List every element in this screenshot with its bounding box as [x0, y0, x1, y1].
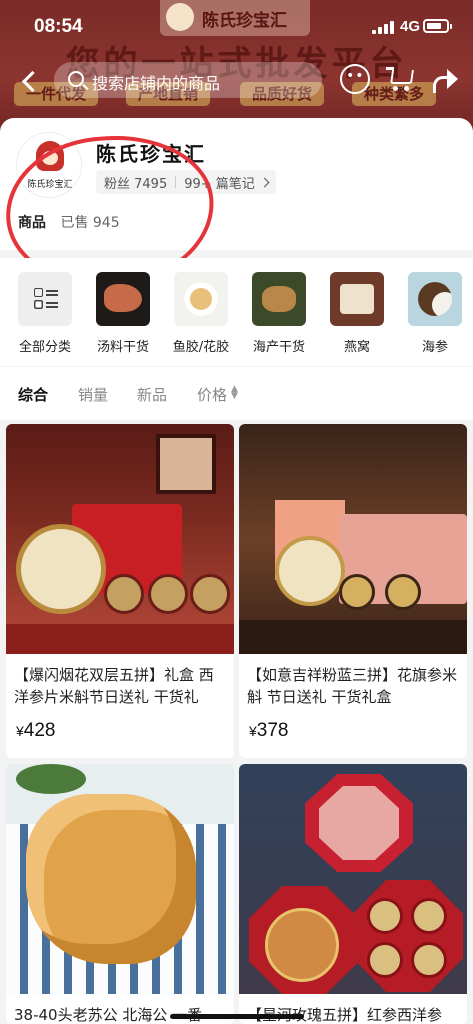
category-row: 全部分类 汤料干货 鱼胶/花胶 海产干货 燕窝 海参: [0, 258, 473, 366]
category-item-all[interactable]: 全部分类: [5, 272, 85, 355]
category-item-soup[interactable]: 汤料干货: [83, 272, 163, 355]
category-label: 海参: [421, 340, 448, 355]
category-label: 海产干货: [252, 340, 305, 355]
search-input[interactable]: 搜索店铺内的商品: [54, 62, 322, 98]
battery-icon: [423, 19, 452, 33]
category-thumb: [408, 272, 462, 326]
share-icon[interactable]: [430, 64, 460, 94]
search-icon: [68, 71, 84, 87]
signal-icon: [372, 20, 396, 34]
category-item-sea-cucumber[interactable]: 海参: [395, 272, 473, 355]
nav-bar: 搜索店铺内的商品: [0, 60, 473, 100]
chevron-right-icon: [259, 177, 270, 187]
sort-arrows-icon: ▲ ▼: [231, 384, 238, 401]
product-price: ¥428: [16, 720, 56, 741]
cart-icon[interactable]: [385, 64, 415, 94]
tab-new[interactable]: 新品: [137, 384, 167, 405]
status-time: 08:54: [34, 16, 83, 37]
category-label: 汤料干货: [96, 340, 149, 355]
category-label: 鱼胶/花胶: [172, 340, 230, 355]
product-image: [239, 764, 467, 994]
product-price: ¥378: [249, 720, 289, 741]
category-label: 燕窝: [343, 340, 370, 355]
back-icon[interactable]: [16, 66, 44, 94]
sort-bar: 综合 销量 新品 价格 ▲ ▼: [0, 366, 473, 420]
category-item-birdnest[interactable]: 燕窝: [317, 272, 397, 355]
product-image: [6, 424, 234, 654]
product-title: 【如意吉祥粉蓝三拼】花旗参米斛 节日送礼 干货礼盒: [247, 666, 458, 706]
product-image: [6, 764, 234, 994]
category-label: 全部分类: [18, 340, 71, 355]
tab-sales[interactable]: 销量: [78, 384, 108, 405]
chat-icon[interactable]: [340, 64, 370, 94]
product-card[interactable]: 【爆闪烟花双层五拼】礼盒 西洋参片米斛节日送礼 干货礼 ¥428: [6, 424, 234, 758]
category-thumb: [330, 272, 384, 326]
product-image: [239, 424, 467, 654]
category-thumb: [96, 272, 150, 326]
home-indicator: [170, 1014, 304, 1019]
all-categories-icon: [18, 272, 72, 326]
network-label: 4G: [400, 18, 421, 35]
category-item-seafood[interactable]: 海产干货: [239, 272, 319, 355]
category-thumb: [174, 272, 228, 326]
product-card[interactable]: 38-40头老苏公 北海公 一番: [6, 764, 234, 1024]
product-card[interactable]: 【如意吉祥粉蓝三拼】花旗参米斛 节日送礼 干货礼盒 ¥378: [239, 424, 467, 758]
tab-price[interactable]: 价格 ▲ ▼: [197, 384, 238, 405]
product-card[interactable]: 【星河玫瑰五拼】红参西洋参: [239, 764, 467, 1024]
search-placeholder: 搜索店铺内的商品: [92, 74, 221, 93]
category-item-fish-maw[interactable]: 鱼胶/花胶: [161, 272, 241, 355]
tab-comprehensive[interactable]: 综合: [18, 384, 48, 405]
category-thumb: [252, 272, 306, 326]
product-grid: 【爆闪烟花双层五拼】礼盒 西洋参片米斛节日送礼 干货礼 ¥428 【如意吉祥粉蓝…: [0, 420, 473, 1024]
status-bar: 08:54 4G: [0, 0, 473, 52]
product-title: 【爆闪烟花双层五拼】礼盒 西洋参片米斛节日送礼 干货礼: [14, 666, 214, 706]
tab-price-label: 价格: [197, 386, 228, 404]
